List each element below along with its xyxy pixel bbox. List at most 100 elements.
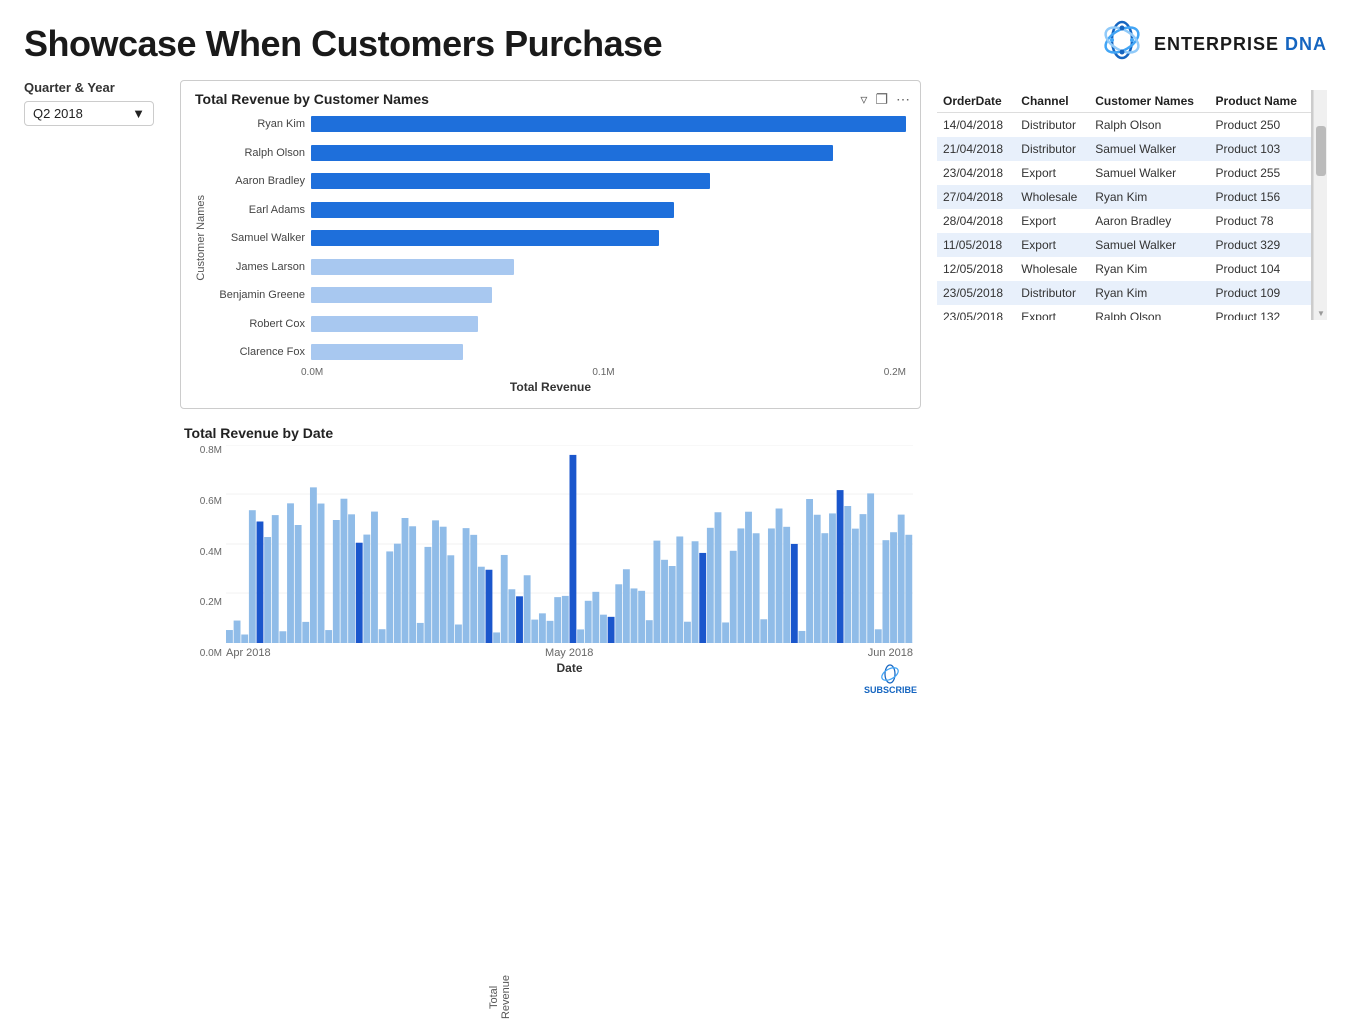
table-row: 28/04/2018ExportAaron BradleyProduct 78 (937, 209, 1311, 233)
ts-y-ticks: 0.8M 0.6M 0.4M 0.2M 0.0M (184, 445, 222, 675)
bar-label: James Larson (211, 261, 311, 273)
table-cell: Ryan Kim (1089, 185, 1209, 209)
ts-bar (653, 541, 660, 643)
table-cell: Ralph Olson (1089, 113, 1209, 138)
table-cell: Product 329 (1210, 233, 1311, 257)
table-scroll[interactable]: OrderDateChannelCustomer NamesProduct Na… (937, 90, 1313, 320)
ts-bar (722, 622, 729, 643)
bar-label: Samuel Walker (211, 232, 311, 244)
ts-bar (799, 631, 806, 643)
ts-bar (882, 540, 889, 643)
bar-track (311, 344, 906, 360)
ts-bar (379, 629, 386, 643)
ts-bar (753, 533, 760, 643)
ts-bar (875, 629, 882, 643)
page-title: Showcase When Customers Purchase (24, 23, 662, 65)
scroll-thumb (1316, 126, 1326, 176)
ts-bar (508, 589, 515, 643)
ts-bar (867, 493, 874, 643)
table-cell: Samuel Walker (1089, 161, 1209, 185)
table-row: 14/04/2018DistributorRalph OlsonProduct … (937, 113, 1311, 138)
ts-bar (447, 555, 454, 643)
bar-label: Robert Cox (211, 318, 311, 330)
table-cell: Aaron Bradley (1089, 209, 1209, 233)
ts-bar (608, 617, 615, 643)
filter-icon[interactable]: ▿ (860, 91, 867, 108)
scroll-down-arrow[interactable]: ▼ (1316, 308, 1326, 320)
ts-bar (699, 553, 706, 643)
ts-bar (257, 521, 264, 643)
bar-fill (311, 116, 906, 132)
table-cell: Wholesale (1015, 185, 1089, 209)
ts-svg-area (226, 445, 913, 643)
expand-icon[interactable]: ❐ (875, 91, 888, 108)
timeseries-container: Total Revenue by Date 0.8M 0.6M 0.4M 0.2… (180, 417, 921, 679)
bar-row: James Larson (211, 256, 906, 278)
bar-y-axis-label: Customer Names (195, 195, 207, 281)
ts-bar (768, 528, 775, 643)
table-cell: Ryan Kim (1089, 281, 1209, 305)
ts-bar (600, 615, 607, 643)
table-header: Customer Names (1089, 90, 1209, 113)
ts-bar (310, 487, 317, 643)
bar-track (311, 173, 906, 189)
filter-section: Quarter & Year Q2 2018 ▼ (24, 80, 164, 679)
subscribe-button[interactable]: SUBSCRIBE (864, 663, 917, 695)
table-cell: 23/05/2018 (937, 281, 1015, 305)
ts-bar (279, 631, 286, 643)
ts-bar (264, 537, 271, 643)
bar-label: Benjamin Greene (211, 289, 311, 301)
ts-bar (394, 544, 401, 643)
ts-bar (440, 527, 447, 643)
table-cell: 14/04/2018 (937, 113, 1015, 138)
bar-track (311, 287, 906, 303)
ts-bar (623, 569, 630, 643)
ts-bar (684, 622, 691, 643)
bar-row: Benjamin Greene (211, 284, 906, 306)
more-icon[interactable]: ⋯ (896, 91, 910, 108)
ts-bar (844, 506, 851, 643)
ts-bar (287, 503, 294, 643)
ts-bar (325, 630, 332, 643)
ts-bar (585, 601, 592, 643)
ts-bar (424, 547, 431, 643)
bar-row: Ryan Kim (211, 113, 906, 135)
table-cell: Ryan Kim (1089, 257, 1209, 281)
table-cell: Product 255 (1210, 161, 1311, 185)
table-cell: 27/04/2018 (937, 185, 1015, 209)
ts-bar (905, 535, 912, 643)
ts-bar (417, 623, 424, 643)
ts-bar (631, 588, 638, 643)
ts-bar (730, 551, 737, 643)
table-header: Channel (1015, 90, 1089, 113)
ts-bar (318, 504, 325, 643)
table-row: 23/05/2018DistributorRyan KimProduct 109 (937, 281, 1311, 305)
ts-bar (432, 520, 439, 643)
table-cell: Wholesale (1015, 257, 1089, 281)
table-cell: Export (1015, 233, 1089, 257)
scrollbar[interactable]: ▼ (1313, 90, 1327, 320)
table-row: 23/04/2018ExportSamuel WalkerProduct 255 (937, 161, 1311, 185)
ts-bar (241, 635, 248, 643)
table-cell: 11/05/2018 (937, 233, 1015, 257)
bar-label: Aaron Bradley (211, 175, 311, 187)
table-cell: Samuel Walker (1089, 137, 1209, 161)
ts-bar (455, 625, 462, 643)
ts-bar (348, 514, 355, 643)
table-cell: Export (1015, 209, 1089, 233)
ts-bar (592, 592, 599, 643)
ts-bar (707, 528, 714, 643)
ts-bar (669, 566, 676, 643)
table-cell: Export (1015, 161, 1089, 185)
bar-chart-title: Total Revenue by Customer Names (195, 91, 906, 107)
ts-bar (745, 512, 752, 643)
table-cell: Distributor (1015, 137, 1089, 161)
bar-chart-container: Total Revenue by Customer Names ▿ ❐ ⋯ Cu… (180, 80, 921, 409)
table-cell: 21/04/2018 (937, 137, 1015, 161)
ts-bar (486, 570, 493, 643)
bar-label: Earl Adams (211, 204, 311, 216)
ts-bar (837, 490, 844, 643)
table-cell: Product 109 (1210, 281, 1311, 305)
quarter-year-dropdown[interactable]: Q2 2018 ▼ (24, 101, 154, 126)
table-row: 21/04/2018DistributorSamuel WalkerProduc… (937, 137, 1311, 161)
